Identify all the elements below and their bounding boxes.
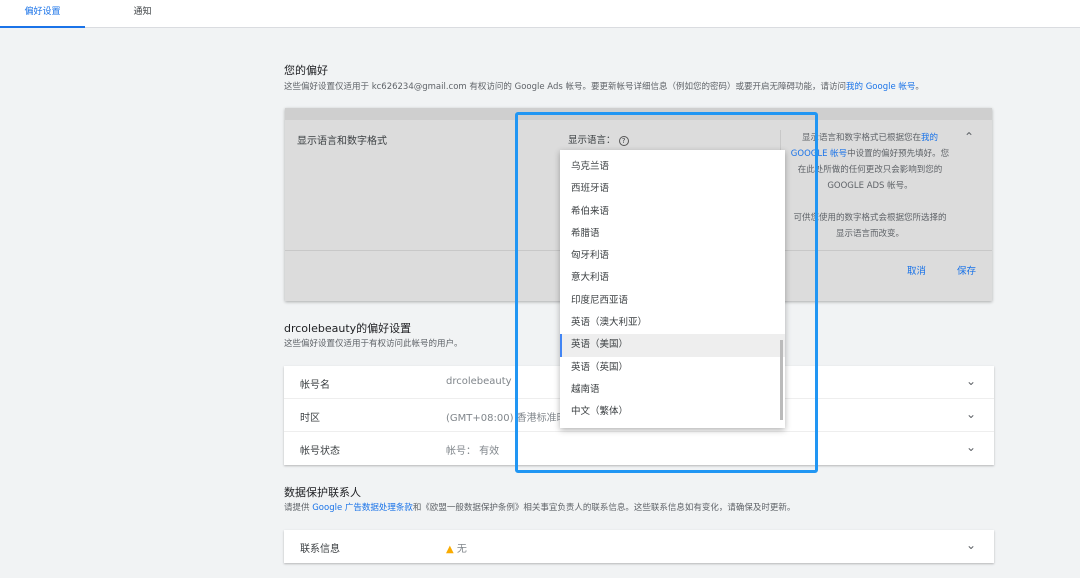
desc-text: 请提供 xyxy=(284,503,313,513)
tab-bar: 偏好设置 通知 xyxy=(0,0,1080,28)
desc-text: 这些偏好设置仅适用于 kc626234@gmail.com 有权访问的 Goog… xyxy=(284,82,846,92)
chevron-down-icon[interactable]: ⌄ xyxy=(966,407,976,421)
info-text: 显示语言和数字格式已根据您在 xyxy=(801,133,921,143)
chevron-down-icon[interactable]: ⌄ xyxy=(966,374,976,388)
row-value: ▲ 无 xyxy=(446,540,467,555)
row-label: 联系信息 xyxy=(300,544,340,555)
row-label: 时区 xyxy=(300,413,320,424)
value-text: 无 xyxy=(456,544,467,555)
collapse-chevron-up-icon[interactable]: ⌃ xyxy=(964,130,974,144)
desc-text: 和《欧盟一般数据保护条例》相关事宜负责人的联系信息。这些联系信息如有变化，请确保… xyxy=(412,503,796,513)
chevron-down-icon[interactable]: ⌄ xyxy=(966,440,976,454)
row-label: 帐号名 xyxy=(300,380,330,391)
section-desc: 这些偏好设置仅适用于 kc626234@gmail.com 有权访问的 Goog… xyxy=(284,80,924,92)
row-value: 帐号： 有效 xyxy=(446,446,500,457)
card-title: 显示语言和数字格式 xyxy=(297,136,387,147)
row-label: 帐号状态 xyxy=(300,446,340,457)
cancel-button[interactable]: 取消 xyxy=(907,263,926,277)
my-google-account-link[interactable]: 我的 Google 帐号 xyxy=(846,82,915,92)
section-desc: 这些偏好设置仅适用于有权访问此帐号的用户。 xyxy=(284,339,463,349)
chevron-down-icon[interactable]: ⌄ xyxy=(966,538,976,552)
section-desc: 请提供 Google 广告数据处理条款和《欧盟一般数据保护条例》相关事宜负责人的… xyxy=(284,501,795,513)
warning-icon: ▲ xyxy=(446,544,454,555)
data-processing-terms-link[interactable]: Google 广告数据处理条款 xyxy=(312,503,413,513)
section-title: drcolebeauty的偏好设置 xyxy=(284,322,412,335)
section-title: 您的偏好 xyxy=(284,64,328,77)
tab-notifications[interactable]: 通知 xyxy=(100,0,185,28)
desc-end: 。 xyxy=(915,82,924,92)
section-title: 数据保护联系人 xyxy=(284,486,361,499)
highlight-box xyxy=(515,112,818,473)
tab-preferences[interactable]: 偏好设置 xyxy=(0,0,85,28)
contact-card: 联系信息 ▲ 无 ⌄ xyxy=(284,530,994,563)
row-value: drcolebeauty xyxy=(446,376,512,387)
contact-info-row[interactable]: 联系信息 ▲ 无 ⌄ xyxy=(284,530,994,563)
save-button[interactable]: 保存 xyxy=(957,263,976,277)
